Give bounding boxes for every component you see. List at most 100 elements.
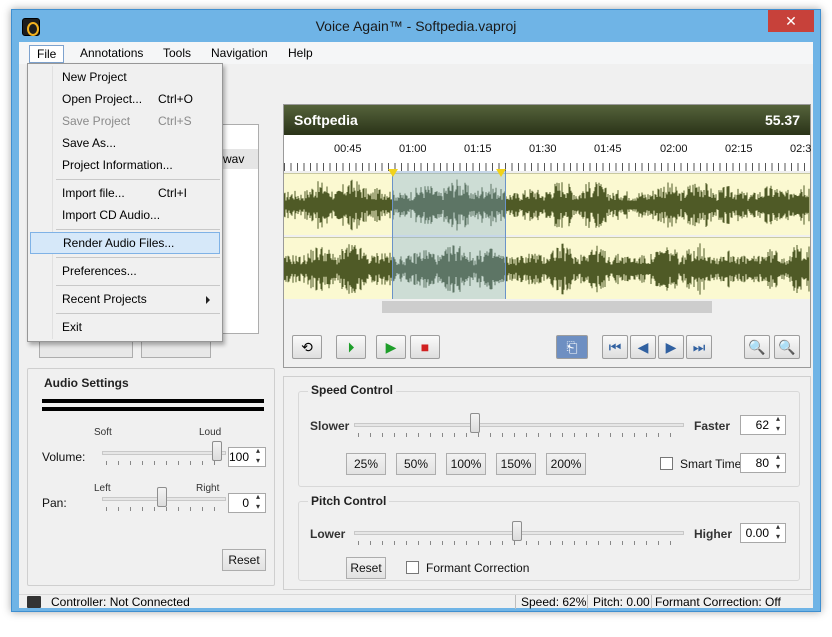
pan-slider-thumb[interactable] bbox=[157, 487, 167, 507]
menu-separator bbox=[56, 313, 220, 314]
play-button[interactable]: ▶ bbox=[376, 335, 406, 359]
stop-icon: ■ bbox=[420, 339, 430, 355]
menu-item-render-audio-files[interactable]: Render Audio Files... bbox=[30, 232, 220, 254]
audio-reset-button[interactable]: Reset bbox=[222, 549, 266, 571]
preset-200-button[interactable]: 200% bbox=[546, 453, 586, 475]
menu-item-new-project[interactable]: New Project bbox=[30, 66, 220, 88]
pan-spinner[interactable]: 0 bbox=[228, 492, 266, 513]
waveform-left-svg bbox=[284, 179, 810, 231]
smart-time-spinner[interactable]: 80 bbox=[740, 452, 786, 473]
time-ruler[interactable]: 00:45 01:00 01:15 01:30 01:45 02:00 02:1… bbox=[284, 135, 811, 171]
ruler-label: 01:15 bbox=[464, 143, 492, 155]
menu-help[interactable]: Help bbox=[281, 45, 320, 63]
menu-item-label: Preferences... bbox=[62, 264, 137, 278]
menu-item-import-cd-audio[interactable]: Import CD Audio... bbox=[30, 204, 220, 226]
menu-item-shortcut: Ctrl+I bbox=[158, 186, 188, 200]
status-separator bbox=[587, 595, 588, 609]
higher-label: Higher bbox=[694, 527, 733, 541]
ruler-label: 01:45 bbox=[594, 143, 622, 155]
menu-item-project-information[interactable]: Project Information... bbox=[30, 154, 220, 176]
speed-slider-track[interactable] bbox=[354, 423, 684, 427]
speed-slider-thumb[interactable] bbox=[470, 413, 480, 433]
return-button[interactable]: ⎗ bbox=[556, 335, 588, 359]
zoom-in-button[interactable]: 🔍 bbox=[774, 335, 800, 359]
smart-time-checkbox[interactable] bbox=[660, 457, 673, 470]
ruler-ticks bbox=[284, 163, 810, 171]
loop-button[interactable]: ⟲ bbox=[292, 335, 322, 359]
menu-item-label: Exit bbox=[62, 320, 83, 334]
waveform-path bbox=[284, 243, 810, 295]
play-selection-button[interactable]: ⏵ bbox=[336, 335, 366, 359]
lower-label: Lower bbox=[310, 527, 346, 541]
menu-item-import-file[interactable]: Import file... Ctrl+I bbox=[30, 182, 220, 204]
audio-settings-panel: Audio Settings Soft Loud Volume: 100 Lef… bbox=[27, 368, 275, 586]
status-separator bbox=[515, 595, 516, 609]
menu-item-label: Import CD Audio... bbox=[62, 208, 161, 222]
scrollbar-thumb[interactable] bbox=[382, 301, 712, 313]
pan-right-label: Right bbox=[196, 483, 220, 494]
ruler-label: 01:00 bbox=[399, 143, 427, 155]
menu-item-label: Render Audio Files... bbox=[63, 236, 175, 250]
pan-left-label: Left bbox=[94, 483, 111, 494]
menu-separator bbox=[56, 257, 220, 258]
status-controller: Controller: Not Connected bbox=[51, 595, 190, 609]
pitch-reset-button[interactable]: Reset bbox=[346, 557, 386, 579]
menu-file[interactable]: File bbox=[29, 45, 65, 63]
slower-label: Slower bbox=[310, 419, 350, 433]
menu-item-preferences[interactable]: Preferences... bbox=[30, 260, 220, 282]
step-back-button[interactable]: ◀ bbox=[630, 335, 656, 359]
menu-item-save-as[interactable]: Save As... bbox=[30, 132, 220, 154]
list-item-label: wav bbox=[223, 152, 245, 166]
selection-region[interactable] bbox=[392, 171, 506, 299]
preset-150-button[interactable]: 150% bbox=[496, 453, 536, 475]
skip-start-button[interactable]: ⏮ bbox=[602, 335, 628, 359]
ruler-label: 02:15 bbox=[725, 143, 753, 155]
formant-correction-checkbox[interactable] bbox=[406, 561, 419, 574]
control-area: Speed Control Slower Faster 62 25% 50% 1… bbox=[283, 376, 811, 590]
waveform-right-svg bbox=[284, 243, 810, 295]
ruler-label: 01:30 bbox=[529, 143, 557, 155]
zoom-out-icon: 🔍 bbox=[748, 339, 766, 355]
waveform-scrollbar[interactable] bbox=[284, 299, 810, 315]
pitch-slider-ticks bbox=[358, 541, 682, 545]
faster-label: Faster bbox=[694, 419, 731, 433]
menu-navigation[interactable]: Navigation bbox=[204, 45, 275, 63]
close-button[interactable]: ✕ bbox=[768, 10, 814, 32]
preset-50-button[interactable]: 50% bbox=[396, 453, 436, 475]
pan-label: Pan: bbox=[42, 496, 67, 510]
selection-end-marker[interactable] bbox=[496, 169, 506, 177]
smart-time-label: Smart Time: bbox=[680, 457, 745, 471]
menu-item-recent-projects[interactable]: Recent Projects bbox=[30, 288, 220, 310]
volume-slider-thumb[interactable] bbox=[212, 441, 222, 461]
menu-item-exit[interactable]: Exit bbox=[30, 316, 220, 338]
waveform-header: Softpedia 55.37 bbox=[284, 105, 810, 135]
menu-tools[interactable]: Tools bbox=[156, 45, 198, 63]
skip-end-button[interactable]: ⏭ bbox=[686, 335, 712, 359]
volume-label: Volume: bbox=[42, 450, 86, 464]
stop-button[interactable]: ■ bbox=[410, 335, 440, 359]
pitch-slider-thumb[interactable] bbox=[512, 521, 522, 541]
step-forward-icon: ▶ bbox=[665, 339, 677, 355]
menu-item-open-project[interactable]: Open Project... Ctrl+O bbox=[30, 88, 220, 110]
preset-100-button[interactable]: 100% bbox=[446, 453, 486, 475]
ruler-label: 02:00 bbox=[660, 143, 688, 155]
menu-item-label: Recent Projects bbox=[62, 292, 147, 306]
status-pitch: Pitch: 0.00 bbox=[593, 595, 650, 609]
menu-annotations[interactable]: Annotations bbox=[73, 45, 150, 63]
loop-icon: ⟲ bbox=[301, 339, 313, 355]
step-forward-button[interactable]: ▶ bbox=[658, 335, 684, 359]
selection-start-marker[interactable] bbox=[388, 169, 398, 177]
preset-25-button[interactable]: 25% bbox=[346, 453, 386, 475]
title-bar[interactable]: Voice Again™ - Softpedia.vaproj ✕ bbox=[12, 10, 820, 42]
menu-separator bbox=[56, 179, 220, 180]
window-title: Voice Again™ - Softpedia.vaproj bbox=[315, 18, 517, 34]
menu-separator bbox=[56, 229, 220, 230]
volume-slider-track[interactable] bbox=[102, 451, 226, 455]
menu-item-label: New Project bbox=[62, 70, 127, 84]
zoom-out-button[interactable]: 🔍 bbox=[744, 335, 770, 359]
volume-spinner[interactable]: 100 bbox=[228, 446, 266, 467]
waveform-channel-right[interactable] bbox=[284, 237, 810, 299]
speed-spinner[interactable]: 62 bbox=[740, 414, 786, 435]
pitch-spinner[interactable]: 0.00 bbox=[740, 522, 786, 543]
waveform-channel-left[interactable] bbox=[284, 173, 810, 235]
